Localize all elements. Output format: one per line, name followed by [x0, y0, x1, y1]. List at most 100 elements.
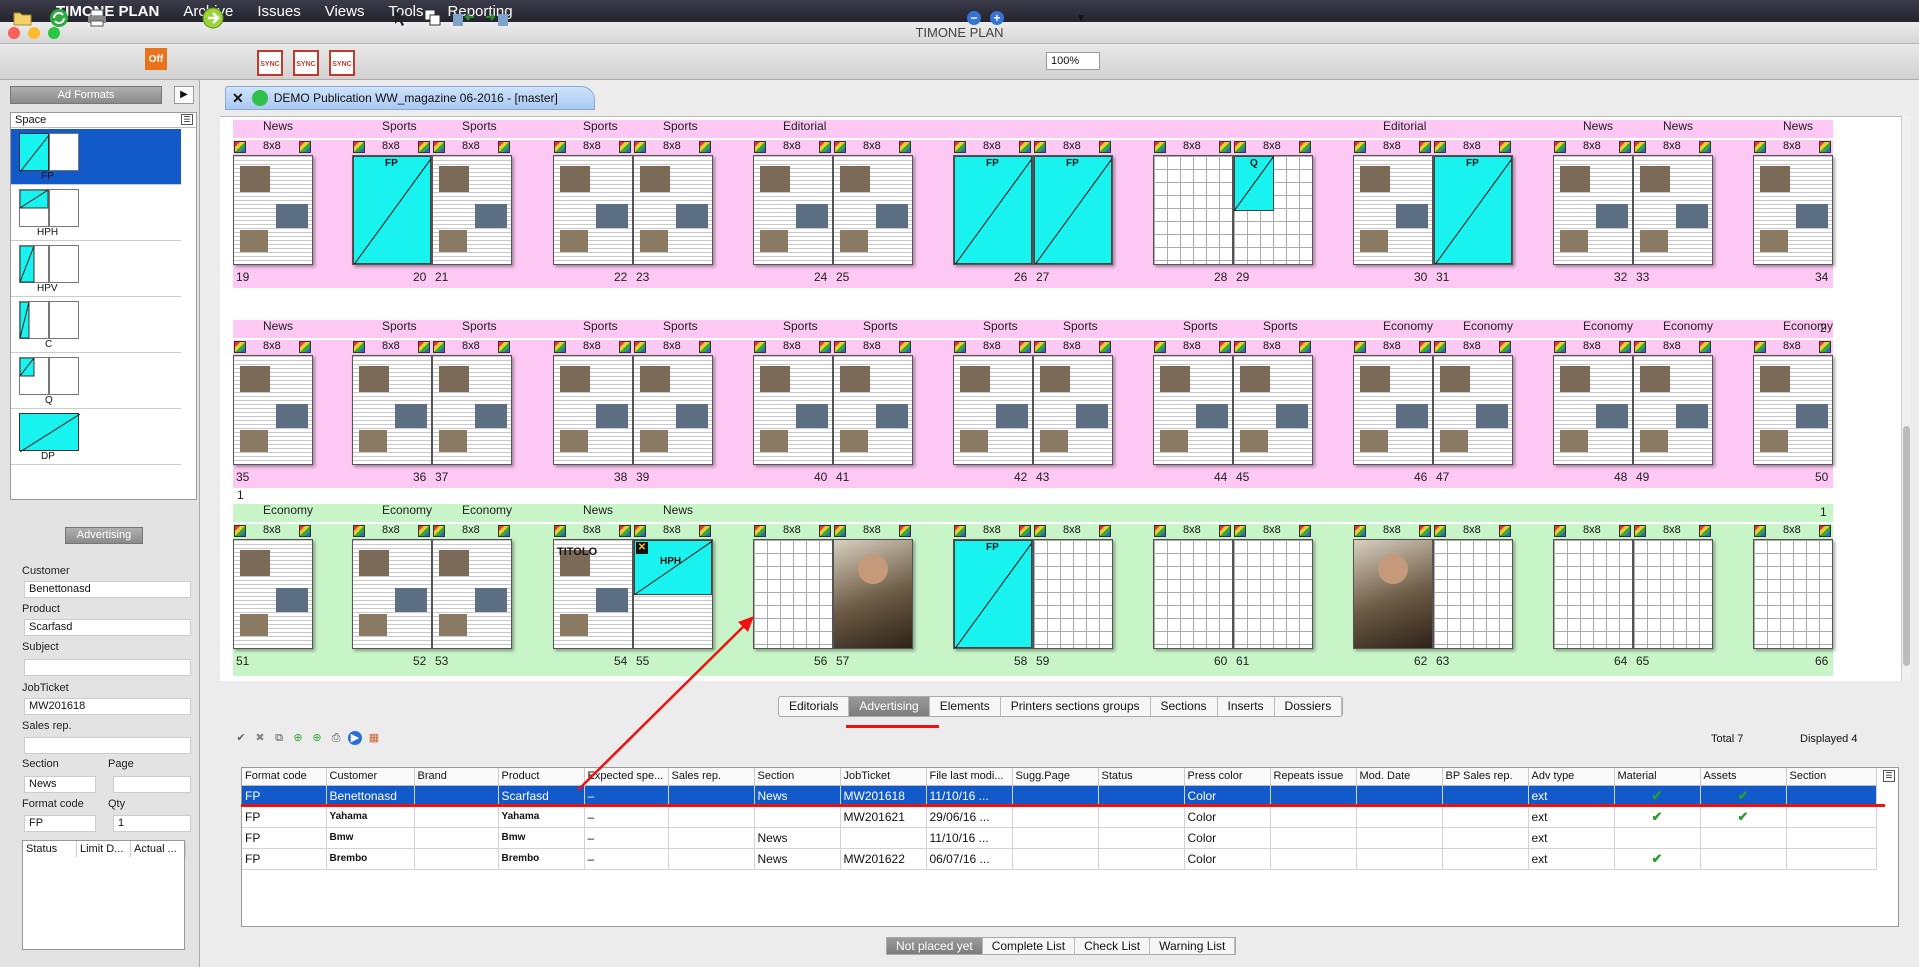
- page-field[interactable]: [113, 776, 191, 793]
- column-header[interactable]: BP Sales rep.: [1442, 768, 1529, 786]
- tab-advertising[interactable]: Advertising: [849, 697, 930, 716]
- close-tab-icon[interactable]: ✕: [232, 90, 244, 107]
- format-item-q[interactable]: Q: [11, 353, 181, 409]
- zoom-dropdown-icon[interactable]: ▼: [1074, 6, 1088, 30]
- column-header[interactable]: Adv type: [1528, 768, 1615, 786]
- column-header[interactable]: Press color: [1184, 768, 1271, 786]
- zoom-input[interactable]: 100%: [1046, 52, 1100, 70]
- page-42[interactable]: [953, 355, 1033, 465]
- table-row[interactable]: FP Benettonasd Scarfasd – News MW201618 11/10/…: [242, 785, 1877, 807]
- page-65[interactable]: [1633, 539, 1713, 649]
- move-pages-left-icon[interactable]: [452, 6, 478, 30]
- page-33[interactable]: [1633, 155, 1713, 265]
- ad-formats-arrow-icon[interactable]: ▶: [174, 86, 194, 104]
- copy-pages-icon[interactable]: [424, 6, 442, 30]
- tab-editorials[interactable]: Editorials: [779, 697, 850, 716]
- play-icon[interactable]: ▶: [348, 731, 362, 745]
- page-39[interactable]: [633, 355, 713, 465]
- forward-arrow-icon[interactable]: [202, 6, 224, 30]
- page-43[interactable]: [1033, 355, 1113, 465]
- page-45[interactable]: [1233, 355, 1313, 465]
- tab-elements[interactable]: Elements: [930, 697, 1001, 716]
- status-col-actual[interactable]: Actual ...: [131, 841, 186, 857]
- page-21[interactable]: [432, 155, 512, 265]
- column-header[interactable]: Sugg.Page: [1012, 768, 1099, 786]
- page-41[interactable]: [833, 355, 913, 465]
- tab-dossiers[interactable]: Dossiers: [1275, 697, 1343, 716]
- table-row[interactable]: FP Yahama Yahama – MW201621 29/06/16 ... Color…: [242, 806, 1877, 828]
- column-header[interactable]: JobTicket: [840, 768, 927, 786]
- page-30[interactable]: [1353, 155, 1433, 265]
- table-row[interactable]: FP Brembo Brembo – News MW201622 06/07/16 ... C…: [242, 848, 1877, 870]
- print-list-icon[interactable]: ⎙: [329, 731, 343, 745]
- page-49[interactable]: [1633, 355, 1713, 465]
- page-28[interactable]: [1153, 155, 1233, 265]
- column-header[interactable]: Mod. Date: [1356, 768, 1443, 786]
- subject-field[interactable]: [24, 659, 191, 676]
- select-pointer-icon[interactable]: [392, 6, 408, 30]
- page-63[interactable]: [1433, 539, 1513, 649]
- column-header[interactable]: Status: [1098, 768, 1185, 786]
- format-item-fp[interactable]: FP: [11, 129, 181, 185]
- page-55[interactable]: HPH ✕: [633, 539, 713, 649]
- page-24[interactable]: [753, 155, 833, 265]
- refresh-icon[interactable]: [48, 6, 70, 30]
- product-field[interactable]: Scarfasd: [24, 619, 191, 636]
- add-icon[interactable]: ⊕: [291, 731, 305, 745]
- grid-column-chooser-icon[interactable]: ☰: [1883, 770, 1895, 782]
- sync-middle-button[interactable]: SYNC: [293, 50, 319, 76]
- page-38[interactable]: [553, 355, 633, 465]
- menu-reporting[interactable]: Reporting: [436, 3, 525, 20]
- page-57[interactable]: [833, 539, 913, 649]
- column-header[interactable]: Product: [498, 768, 585, 786]
- sync-right-button[interactable]: SYNC: [329, 50, 355, 76]
- page-40[interactable]: [753, 355, 833, 465]
- page-37[interactable]: [432, 355, 512, 465]
- column-header[interactable]: Assets: [1700, 768, 1787, 786]
- page-47[interactable]: [1433, 355, 1513, 465]
- page-22[interactable]: [553, 155, 633, 265]
- page-66[interactable]: [1753, 539, 1833, 649]
- customer-field[interactable]: Benettonasd: [24, 581, 191, 598]
- column-header[interactable]: Brand: [414, 768, 499, 786]
- column-header[interactable]: Material: [1614, 768, 1701, 786]
- off-button[interactable]: Off: [145, 48, 167, 70]
- column-header[interactable]: Repeats issue: [1270, 768, 1357, 786]
- page-60[interactable]: [1153, 539, 1233, 649]
- remove-icon[interactable]: ✖: [253, 731, 267, 745]
- status-col-status[interactable]: Status: [23, 841, 77, 857]
- column-header[interactable]: Sales rep.: [668, 768, 755, 786]
- page-53[interactable]: [432, 539, 512, 649]
- page-59[interactable]: [1033, 539, 1113, 649]
- zoom-in-icon[interactable]: +: [989, 6, 1005, 30]
- status-col-limit[interactable]: Limit D...: [77, 841, 131, 857]
- scroll-thumb[interactable]: [1903, 426, 1910, 666]
- page-44[interactable]: [1153, 355, 1233, 465]
- page-58[interactable]: FP: [953, 539, 1033, 649]
- page-52[interactable]: [352, 539, 432, 649]
- page-64[interactable]: [1553, 539, 1633, 649]
- page-19[interactable]: [233, 155, 313, 265]
- format-item-dp[interactable]: DP: [11, 409, 181, 465]
- format-item-c[interactable]: C: [11, 297, 181, 353]
- column-chooser-icon[interactable]: ☰: [181, 114, 193, 125]
- export-icon[interactable]: ▦: [367, 731, 381, 745]
- column-header[interactable]: Customer: [326, 768, 415, 786]
- add-copy-icon[interactable]: ⊕: [310, 731, 324, 745]
- tab-printers-sections-groups[interactable]: Printers sections groups: [1001, 697, 1151, 716]
- document-tab[interactable]: ✕ DEMO Publication WW_magazine 06-2016 -…: [225, 86, 595, 110]
- page-51[interactable]: [233, 539, 313, 649]
- filter-icon[interactable]: ⧉: [272, 731, 286, 745]
- page-50[interactable]: [1753, 355, 1833, 465]
- column-header[interactable]: Section: [754, 768, 841, 786]
- page-56[interactable]: [753, 539, 833, 649]
- page-27[interactable]: FP: [1033, 155, 1113, 265]
- page-20[interactable]: FP: [352, 155, 432, 265]
- tab-warning-list[interactable]: Warning List: [1150, 938, 1236, 954]
- column-header[interactable]: Format code: [242, 768, 327, 786]
- page-34[interactable]: [1753, 155, 1833, 265]
- tab-complete-list[interactable]: Complete List: [983, 938, 1076, 954]
- column-header[interactable]: File last modi...: [926, 768, 1013, 786]
- format-item-hph[interactable]: HPH: [11, 185, 181, 241]
- confirm-icon[interactable]: ✔: [234, 731, 248, 745]
